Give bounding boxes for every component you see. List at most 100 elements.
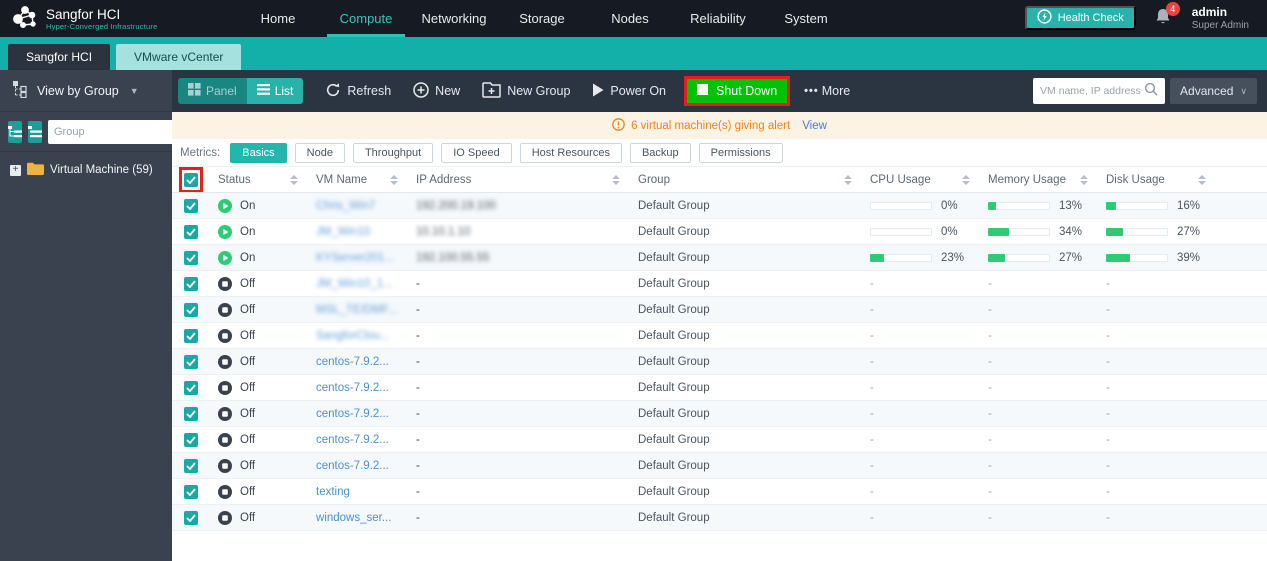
tab-sangfor-hci[interactable]: Sangfor HCI xyxy=(8,44,110,70)
notifications-bell[interactable]: 4 xyxy=(1154,7,1174,29)
sort-icon[interactable] xyxy=(290,175,300,185)
cpu-usage-bar xyxy=(870,202,932,210)
refresh-button[interactable]: Refresh xyxy=(325,82,391,101)
metrics-tab-node[interactable]: Node xyxy=(295,143,345,163)
metrics-tab-host-resources[interactable]: Host Resources xyxy=(520,143,622,163)
top-nav: HomeComputeNetworkingStorageNodesReliabi… xyxy=(234,0,850,37)
table-row[interactable]: Off SangforClou... - Default Group - - - xyxy=(172,323,1267,349)
table-row[interactable]: On KYServer201... 192.100.55.55 Default … xyxy=(172,245,1267,271)
table-row[interactable]: Off centos-7.9.2... - Default Group - - … xyxy=(172,375,1267,401)
topnav-item-nodes[interactable]: Nodes xyxy=(586,0,674,37)
expand-tree-button[interactable] xyxy=(8,121,22,143)
collapse-tree-button[interactable] xyxy=(28,121,42,143)
health-check-button[interactable]: Health Check xyxy=(1025,6,1136,30)
row-checkbox[interactable] xyxy=(184,303,198,317)
topnav-item-compute[interactable]: Compute xyxy=(322,0,410,37)
column-header-ip[interactable]: IP Address xyxy=(408,167,630,192)
select-all-checkbox[interactable] xyxy=(184,173,198,187)
vm-name-link[interactable]: KYServer201... xyxy=(316,252,394,264)
column-header-vm-name[interactable]: VM Name xyxy=(308,167,408,192)
vm-name-link[interactable]: Chris_Win7 xyxy=(316,200,375,212)
tree-item-virtual-machine[interactable]: + Virtual Machine (59) xyxy=(0,152,172,188)
sort-icon[interactable] xyxy=(1080,175,1090,185)
vm-name-link[interactable]: texting xyxy=(316,486,350,498)
alert-view-link[interactable]: View xyxy=(802,120,827,132)
row-checkbox[interactable] xyxy=(184,381,198,395)
vm-name-link[interactable]: JM_Win10_1... xyxy=(316,278,393,290)
sort-icon[interactable] xyxy=(390,175,400,185)
column-header-cpu[interactable]: CPU Usage xyxy=(862,167,980,192)
user-menu[interactable]: admin Super Admin xyxy=(1192,5,1255,31)
table-row[interactable]: Off centos-7.9.2... - Default Group - - … xyxy=(172,453,1267,479)
vm-name-link[interactable]: centos-7.9.2... xyxy=(316,356,389,368)
vm-search-input[interactable] xyxy=(1040,85,1144,97)
disk-usage-bar xyxy=(1106,202,1168,210)
row-checkbox[interactable] xyxy=(184,511,198,525)
table-row[interactable]: Off texting - Default Group - - - xyxy=(172,479,1267,505)
vm-name-link[interactable]: centos-7.9.2... xyxy=(316,408,389,420)
vm-name-link[interactable]: centos-7.9.2... xyxy=(316,382,389,394)
topnav-item-networking[interactable]: Networking xyxy=(410,0,498,37)
sort-icon[interactable] xyxy=(962,175,972,185)
row-checkbox[interactable] xyxy=(184,459,198,473)
table-row[interactable]: On JM_Win10 10.10.1.10 Default Group 0% … xyxy=(172,219,1267,245)
vm-name-link[interactable]: centos-7.9.2... xyxy=(316,460,389,472)
list-view-button[interactable]: List xyxy=(247,78,304,104)
search-icon[interactable] xyxy=(1144,82,1158,101)
row-checkbox[interactable] xyxy=(184,199,198,213)
metrics-tab-throughput[interactable]: Throughput xyxy=(353,143,433,163)
table-row[interactable]: Off centos-7.9.2... - Default Group - - … xyxy=(172,427,1267,453)
row-checkbox[interactable] xyxy=(184,433,198,447)
row-checkbox[interactable] xyxy=(184,225,198,239)
tree-expand-icon[interactable]: + xyxy=(10,165,21,176)
more-button[interactable]: ••• More xyxy=(804,84,850,98)
row-checkbox[interactable] xyxy=(184,485,198,499)
bell-icon xyxy=(1154,14,1172,31)
vm-name-link[interactable]: centos-7.9.2... xyxy=(316,434,389,446)
metrics-tab-backup[interactable]: Backup xyxy=(630,143,691,163)
row-checkbox[interactable] xyxy=(184,407,198,421)
vm-name-link[interactable]: JM_Win10 xyxy=(316,226,370,238)
column-header-memory[interactable]: Memory Usage xyxy=(980,167,1098,192)
vm-name-link[interactable]: windows_ser... xyxy=(316,512,391,524)
topnav-item-reliability[interactable]: Reliability xyxy=(674,0,762,37)
shut-down-button[interactable]: Shut Down xyxy=(687,79,787,103)
column-header-disk[interactable]: Disk Usage xyxy=(1098,167,1216,192)
vm-name-link[interactable]: SangforClou... xyxy=(316,330,390,342)
row-checkbox[interactable] xyxy=(184,355,198,369)
table-row[interactable]: On Chris_Win7 192.200.19.100 Default Gro… xyxy=(172,193,1267,219)
tree-item-label: Virtual Machine (59) xyxy=(50,164,153,176)
panel-view-button[interactable]: Panel xyxy=(178,78,247,104)
row-checkbox[interactable] xyxy=(184,277,198,291)
table-row[interactable]: Off centos-7.9.2... - Default Group - - … xyxy=(172,349,1267,375)
metrics-tab-basics[interactable]: Basics xyxy=(230,143,286,163)
column-header-group[interactable]: Group xyxy=(630,167,862,192)
tab-vmware-vcenter[interactable]: VMware vCenter xyxy=(116,44,241,70)
topnav-item-home[interactable]: Home xyxy=(234,0,322,37)
power-on-button[interactable]: Power On xyxy=(592,83,666,100)
topnav-item-system[interactable]: System xyxy=(762,0,850,37)
sort-icon[interactable] xyxy=(844,175,854,185)
cpu-usage-cell: - xyxy=(862,375,980,400)
advanced-search-button[interactable]: Advanced ∨ xyxy=(1170,78,1257,104)
advanced-label: Advanced xyxy=(1180,84,1233,98)
new-group-button[interactable]: New Group xyxy=(482,82,570,101)
table-row[interactable]: Off centos-7.9.2... - Default Group - - … xyxy=(172,401,1267,427)
table-row[interactable]: Off windows_ser... - Default Group - - - xyxy=(172,505,1267,531)
column-header-status[interactable]: Status xyxy=(210,167,308,192)
new-vm-button[interactable]: New xyxy=(413,82,460,101)
vm-name-link[interactable]: MSL_TE/DMF... xyxy=(316,304,397,316)
vm-ip: - xyxy=(416,304,420,316)
metrics-tab-io-speed[interactable]: IO Speed xyxy=(441,143,511,163)
table-row[interactable]: Off JM_Win10_1... - Default Group - - - xyxy=(172,271,1267,297)
table-row[interactable]: Off MSL_TE/DMF... - Default Group - - - xyxy=(172,297,1267,323)
topnav-item-storage[interactable]: Storage xyxy=(498,0,586,37)
sort-icon[interactable] xyxy=(1198,175,1208,185)
disk-usage-empty: - xyxy=(1106,434,1110,446)
row-checkbox[interactable] xyxy=(184,329,198,343)
power-state-label: Off xyxy=(240,356,255,368)
metrics-tab-permissions[interactable]: Permissions xyxy=(699,143,783,163)
row-checkbox[interactable] xyxy=(184,251,198,265)
view-by-group-dropdown[interactable]: View by Group ▼ xyxy=(0,70,172,112)
sort-icon[interactable] xyxy=(612,175,622,185)
